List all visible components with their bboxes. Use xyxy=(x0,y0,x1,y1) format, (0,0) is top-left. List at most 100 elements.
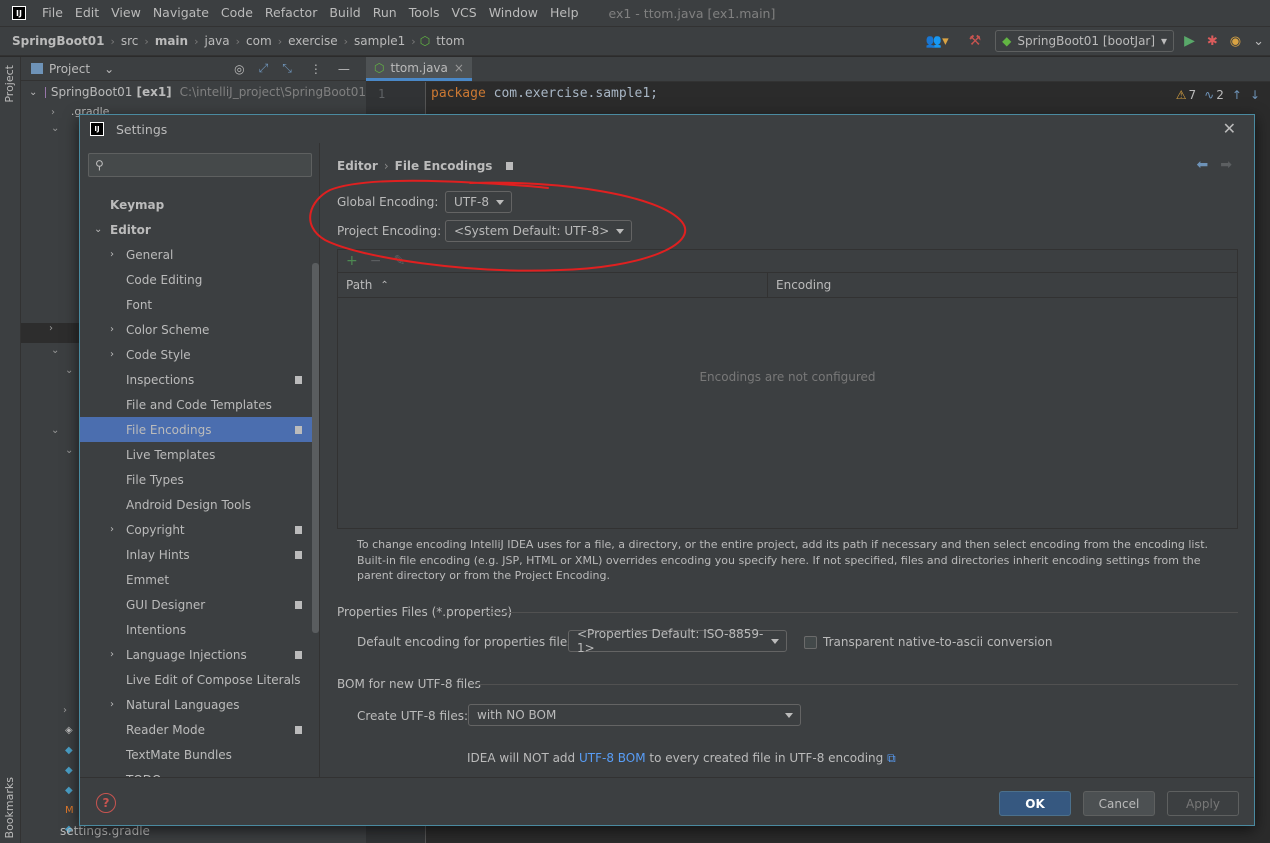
forward-arrow-icon[interactable]: ➡ xyxy=(1220,157,1232,173)
chevron-right-icon[interactable]: › xyxy=(110,324,114,335)
menu-tools[interactable]: Tools xyxy=(403,0,446,26)
editor-tab-ttom[interactable]: ⬡ ttom.java × xyxy=(366,57,472,81)
target-icon[interactable]: ◎ xyxy=(234,62,244,76)
menu-run[interactable]: Run xyxy=(367,0,403,26)
chevron-down-icon[interactable]: ⌄ xyxy=(94,224,102,235)
project-panel-title[interactable]: Project xyxy=(49,62,90,76)
chevron-down-icon[interactable]: ⌄ xyxy=(51,123,59,134)
sidebar-scrollbar[interactable] xyxy=(312,263,319,633)
help-icon[interactable]: ? xyxy=(96,793,116,813)
more-icon[interactable]: ⋮ xyxy=(310,62,322,76)
breadcrumb-parent[interactable]: Editor xyxy=(337,159,378,173)
project-encoding-select[interactable]: <System Default: UTF-8> xyxy=(445,220,633,242)
sidebar-item-keymap[interactable]: Keymap xyxy=(80,192,319,217)
sidebar-item-general[interactable]: › General xyxy=(80,242,319,267)
sidebar-item-editor[interactable]: ⌄ Editor xyxy=(80,217,319,242)
menu-window[interactable]: Window xyxy=(483,0,544,26)
chevron-right-icon[interactable]: › xyxy=(110,524,114,535)
hammer-icon[interactable]: ⚒ xyxy=(969,33,982,49)
project-root[interactable]: ⌄ SpringBoot01 [ex1] C:\intelliJ_project… xyxy=(21,81,366,103)
chevron-down-icon[interactable]: ⌄ xyxy=(51,345,59,356)
bom-select[interactable]: with NO BOM xyxy=(468,704,801,726)
sidebar-item-code-editing[interactable]: Code Editing xyxy=(80,267,319,292)
sidebar-item-emmet[interactable]: Emmet xyxy=(80,567,319,592)
coverage-icon[interactable]: ◉ xyxy=(1230,34,1241,49)
chevron-right-icon[interactable]: › xyxy=(110,349,114,360)
inspections-widget[interactable]: ⚠ 7 ∿ 2 ↑ ↓ xyxy=(1176,88,1260,102)
sidebar-item-inspections[interactable]: Inspections xyxy=(80,367,319,392)
apply-button[interactable]: Apply xyxy=(1167,791,1239,816)
sidebar-item-android-design-tools[interactable]: Android Design Tools xyxy=(80,492,319,517)
edit-icon[interactable]: ✎ xyxy=(393,253,405,269)
chevron-right-icon[interactable]: › xyxy=(110,249,114,260)
menu-navigate[interactable]: Navigate xyxy=(147,0,215,26)
native-to-ascii-checkbox[interactable] xyxy=(804,636,817,649)
chevron-down-icon[interactable]: ⌄ xyxy=(51,425,59,436)
crumb-sample1[interactable]: sample1 xyxy=(352,34,407,48)
chevron-down-icon[interactable]: ⌄ xyxy=(65,445,73,456)
run-config-selector[interactable]: ◆ SpringBoot01 [bootJar] ▾ xyxy=(995,30,1175,52)
arrow-up-icon[interactable]: ↑ xyxy=(1232,88,1242,102)
native-to-ascii-label[interactable]: Transparent native-to-ascii conversion xyxy=(823,635,1052,649)
chevron-right-icon[interactable]: › xyxy=(110,649,114,660)
sidebar-item-color-scheme[interactable]: › Color Scheme xyxy=(80,317,319,342)
external-link-icon[interactable]: ⧉ xyxy=(887,751,896,765)
sidebar-item-copyright[interactable]: › Copyright xyxy=(80,517,319,542)
sidebar-item-inlay-hints[interactable]: Inlay Hints xyxy=(80,542,319,567)
menu-edit[interactable]: Edit xyxy=(69,0,105,26)
ok-button[interactable]: OK xyxy=(999,791,1071,816)
column-header-encoding[interactable]: Encoding xyxy=(768,273,1237,297)
add-icon[interactable]: + xyxy=(346,253,358,269)
properties-encoding-select[interactable]: <Properties Default: ISO-8859-1> xyxy=(568,627,787,655)
sidebar-item-language-injections[interactable]: › Language Injections xyxy=(80,642,319,667)
column-header-path[interactable]: Path ⌃ xyxy=(338,273,768,297)
sidebar-item-live-templates[interactable]: Live Templates xyxy=(80,442,319,467)
crumb-main[interactable]: main xyxy=(153,34,190,48)
sidebar-item-file-and-code-templates[interactable]: File and Code Templates xyxy=(80,392,319,417)
sidebar-item-code-style[interactable]: › Code Style xyxy=(80,342,319,367)
more-run-icon[interactable]: ⌄ xyxy=(1253,34,1264,49)
code-line[interactable]: package com.exercise.sample1; xyxy=(431,86,658,101)
debug-icon[interactable]: ✱ xyxy=(1207,34,1218,49)
sidebar-item-font[interactable]: Font xyxy=(80,292,319,317)
close-icon[interactable]: × xyxy=(454,61,464,75)
chevron-down-icon[interactable]: ⌄ xyxy=(104,62,114,76)
menu-view[interactable]: View xyxy=(105,0,147,26)
users-icon[interactable]: 👥▾ xyxy=(926,34,949,49)
expand-icon[interactable]: ⤢ xyxy=(259,61,269,76)
collapse-icon[interactable]: ⤡ xyxy=(282,61,292,76)
menu-file[interactable]: File xyxy=(36,0,69,26)
menu-vcs[interactable]: VCS xyxy=(446,0,483,26)
cancel-button[interactable]: Cancel xyxy=(1083,791,1155,816)
menu-build[interactable]: Build xyxy=(323,0,366,26)
chevron-right-icon[interactable]: › xyxy=(63,705,67,716)
crumb-src[interactable]: src xyxy=(119,34,141,48)
crumb-ttom[interactable]: ttom xyxy=(434,34,466,48)
close-icon[interactable]: ✕ xyxy=(1223,119,1236,138)
settings-search-input[interactable]: ⚲ xyxy=(88,153,312,177)
sidebar-item-natural-languages[interactable]: › Natural Languages xyxy=(80,692,319,717)
sidebar-item-gui-designer[interactable]: GUI Designer xyxy=(80,592,319,617)
utf8-bom-link[interactable]: UTF-8 BOM xyxy=(579,751,646,765)
crumb-exercise[interactable]: exercise xyxy=(286,34,340,48)
menu-help[interactable]: Help xyxy=(544,0,585,26)
tree-item-settings-gradle[interactable]: settings.gradle xyxy=(60,824,150,838)
bookmarks-tool-tab[interactable]: Bookmarks xyxy=(3,777,16,838)
sidebar-item-live-edit-of-compose-literals[interactable]: Live Edit of Compose Literals xyxy=(80,667,319,692)
back-arrow-icon[interactable]: ⬅ xyxy=(1197,157,1209,173)
project-tool-tab[interactable]: Project xyxy=(3,65,16,103)
remove-icon[interactable]: − xyxy=(370,253,382,269)
chevron-right-icon[interactable]: › xyxy=(110,699,114,710)
sidebar-item-todo[interactable]: TODO xyxy=(80,767,319,778)
arrow-down-icon[interactable]: ↓ xyxy=(1250,88,1260,102)
menu-code[interactable]: Code xyxy=(215,0,259,26)
run-icon[interactable]: ▶ xyxy=(1184,33,1195,49)
sidebar-item-intentions[interactable]: Intentions xyxy=(80,617,319,642)
sidebar-item-textmate-bundles[interactable]: TextMate Bundles xyxy=(80,742,319,767)
hide-icon[interactable]: — xyxy=(338,62,350,76)
sidebar-item-file-encodings[interactable]: File Encodings xyxy=(80,417,319,442)
sidebar-item-file-types[interactable]: File Types xyxy=(80,467,319,492)
crumb-project[interactable]: SpringBoot01 xyxy=(10,34,106,48)
menu-refactor[interactable]: Refactor xyxy=(259,0,323,26)
chevron-down-icon[interactable]: ⌄ xyxy=(65,365,73,376)
